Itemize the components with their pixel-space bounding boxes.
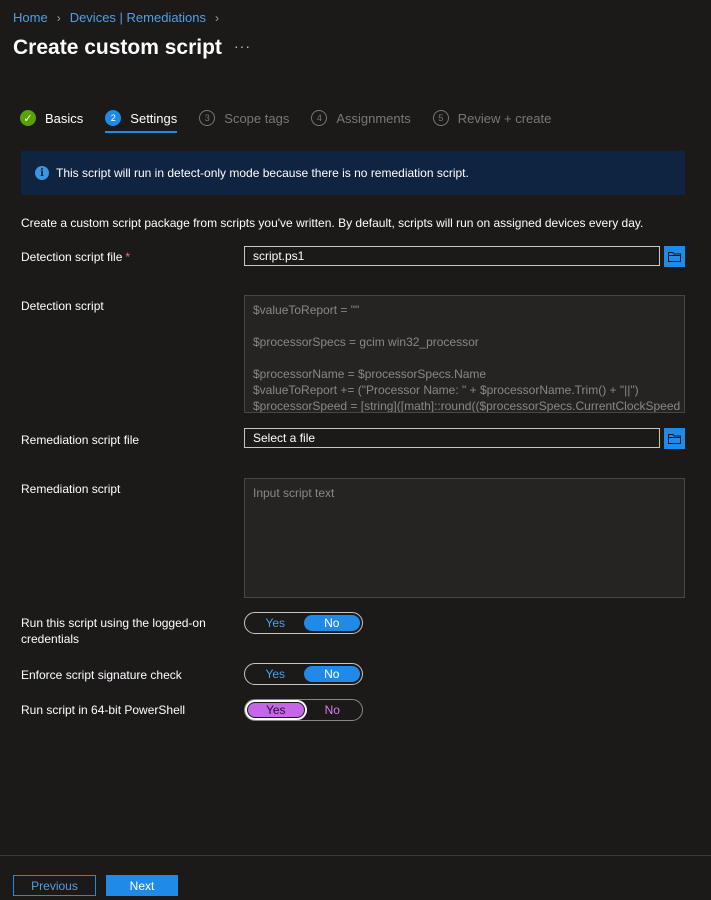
- checkmark-icon: ✓: [20, 110, 36, 126]
- detection-script-textarea[interactable]: $valueToReport = "" $processorSpecs = gc…: [244, 295, 685, 413]
- run-as-logged-on-label: Run this script using the logged-on cred…: [21, 616, 206, 646]
- step-label: Assignments: [336, 110, 411, 126]
- breadcrumb-home-link[interactable]: Home: [13, 10, 48, 25]
- breadcrumb: Home › Devices | Remediations ›: [13, 10, 228, 25]
- step-review-create[interactable]: 5 Review + create: [432, 110, 552, 126]
- folder-icon: [668, 434, 681, 444]
- run-64bit-label: Run script in 64-bit PowerShell: [21, 703, 186, 717]
- step-label: Settings: [130, 110, 178, 126]
- run-64bit-toggle[interactable]: Yes No: [244, 699, 363, 721]
- browse-detection-file-button[interactable]: [664, 246, 685, 267]
- create-custom-script-page: Home › Devices | Remediations › Create c…: [0, 0, 711, 900]
- step-number: 5: [432, 110, 449, 126]
- page-title: Create custom script: [13, 36, 222, 59]
- step-number: 3: [199, 110, 216, 126]
- step-assignments[interactable]: 4 Assignments: [311, 110, 411, 126]
- next-button[interactable]: Next: [106, 875, 178, 896]
- banner-text: This script will run in detect-only mode…: [56, 166, 469, 180]
- breadcrumb-remediations-link[interactable]: Devices | Remediations: [70, 10, 206, 25]
- chevron-right-icon: ›: [56, 10, 61, 25]
- page-description: Create a custom script package from scri…: [21, 216, 644, 230]
- toggle-yes-option[interactable]: Yes: [247, 615, 304, 631]
- info-icon: i: [35, 166, 49, 180]
- step-label: Review + create: [457, 110, 552, 126]
- detection-file-label: Detection script file *: [21, 249, 130, 265]
- toggle-yes-option[interactable]: Yes: [245, 700, 307, 720]
- step-settings[interactable]: 2 Settings: [105, 110, 178, 133]
- step-basics[interactable]: ✓ Basics: [20, 110, 83, 126]
- signature-check-label: Enforce script signature check: [21, 668, 182, 682]
- toggle-no-option[interactable]: No: [305, 702, 361, 718]
- wizard-steps: ✓ Basics 2 Settings 3 Scope tags 4 Assig…: [20, 108, 573, 133]
- toggle-yes-option[interactable]: Yes: [247, 666, 304, 682]
- more-options-icon[interactable]: ···: [234, 38, 251, 54]
- remediation-script-textarea[interactable]: Input script text: [244, 478, 685, 598]
- run-as-logged-on-toggle[interactable]: Yes No: [244, 612, 363, 634]
- step-number: 2: [105, 110, 122, 126]
- detection-script-label: Detection script: [21, 299, 104, 313]
- step-number: 4: [311, 110, 328, 126]
- info-banner: i This script will run in detect-only mo…: [21, 151, 685, 195]
- detection-file-input[interactable]: script.ps1: [244, 246, 660, 266]
- detection-file-label-text: Detection script file: [21, 250, 123, 264]
- remediation-file-input[interactable]: Select a file: [244, 428, 660, 448]
- step-label: Scope tags: [224, 110, 290, 126]
- folder-icon: [668, 252, 681, 262]
- signature-check-toggle[interactable]: Yes No: [244, 663, 363, 685]
- step-scope-tags[interactable]: 3 Scope tags: [199, 110, 289, 126]
- chevron-right-icon: ›: [215, 10, 220, 25]
- required-marker: *: [125, 250, 131, 264]
- remediation-file-label: Remediation script file: [21, 433, 140, 447]
- browse-remediation-file-button[interactable]: [664, 428, 685, 449]
- toggle-no-option[interactable]: No: [303, 615, 360, 631]
- previous-button[interactable]: Previous: [13, 875, 96, 896]
- remediation-script-label: Remediation script: [21, 482, 121, 496]
- step-label: Basics: [45, 110, 84, 126]
- footer-bar: Previous Next: [0, 855, 711, 900]
- toggle-no-option[interactable]: No: [303, 666, 360, 682]
